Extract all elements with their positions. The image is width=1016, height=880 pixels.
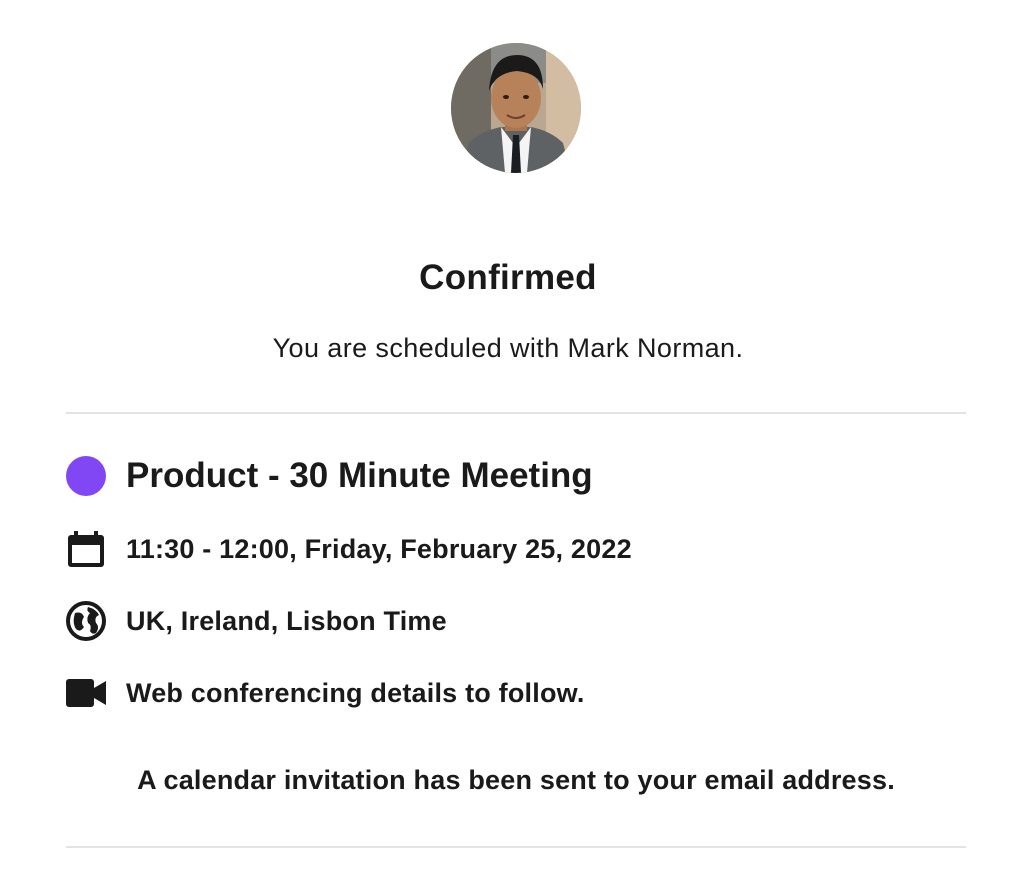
calendar-invitation-note: A calendar invitation has been sent to y… [137, 765, 895, 795]
video-camera-icon [66, 673, 106, 713]
timezone-row: UK, Ireland, Lisbon Time [66, 599, 447, 643]
event-datetime-row: 11:30 - 12:00, Friday, February 25, 2022 [66, 527, 632, 571]
scheduled-with-text: You are scheduled with Mark Norman. [272, 333, 744, 363]
page-title: Confirmed [419, 258, 597, 297]
divider-top [66, 412, 966, 414]
event-name: Product - 30 Minute Meeting [126, 456, 593, 495]
event-color-dot [66, 456, 106, 496]
event-name-row: Product - 30 Minute Meeting [66, 454, 593, 498]
event-datetime: 11:30 - 12:00, Friday, February 25, 2022 [126, 533, 632, 564]
divider-bottom [66, 846, 966, 848]
avatar [451, 43, 581, 173]
avatar-photo [451, 43, 581, 173]
conferencing-details: Web conferencing details to follow. [126, 677, 585, 708]
conferencing-row: Web conferencing details to follow. [66, 671, 585, 715]
calendar-icon [66, 529, 106, 569]
color-dot-icon [66, 456, 106, 496]
globe-icon [66, 601, 106, 641]
timezone-label: UK, Ireland, Lisbon Time [126, 605, 447, 636]
